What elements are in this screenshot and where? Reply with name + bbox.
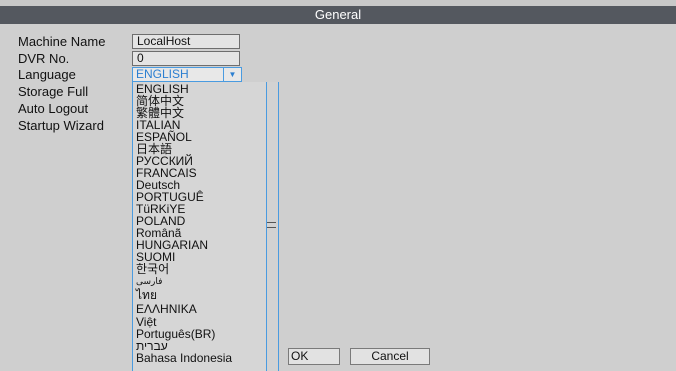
language-label: Language bbox=[18, 67, 76, 82]
language-select[interactable]: ENGLISH ▼ bbox=[132, 67, 242, 82]
auto-logout-label: Auto Logout bbox=[18, 101, 89, 116]
storage-full-label: Storage Full bbox=[18, 84, 89, 99]
language-option[interactable]: Bahasa Indonesia bbox=[136, 352, 232, 364]
window-title: General bbox=[0, 6, 676, 24]
startup-wizard-label: Startup Wizard bbox=[18, 118, 104, 133]
language-option[interactable]: 한국어 bbox=[136, 263, 169, 275]
dvr-no-label: DVR No. bbox=[18, 51, 70, 66]
cancel-button[interactable]: Cancel bbox=[350, 348, 430, 365]
language-option[interactable]: فارسی bbox=[136, 276, 162, 287]
language-selected-value: ENGLISH bbox=[136, 67, 189, 81]
dvr-no-field[interactable]: 0 bbox=[132, 51, 240, 66]
ok-button[interactable]: OK bbox=[288, 348, 340, 365]
machine-name-label: Machine Name bbox=[18, 34, 106, 49]
dropdown-scrollbar[interactable] bbox=[266, 82, 279, 371]
chevron-down-icon[interactable]: ▼ bbox=[223, 68, 241, 81]
language-option[interactable]: ไทย bbox=[136, 289, 157, 301]
language-dropdown-list[interactable]: ENGLISH 简体中文 繁體中文 ITALIAN ESPAÑOL 日本語 РУ… bbox=[132, 82, 279, 371]
settings-panel bbox=[0, 24, 676, 371]
language-option[interactable]: ΕΛΛΗΝΙΚΑ bbox=[136, 303, 197, 315]
scrollbar-grip-icon[interactable] bbox=[267, 222, 276, 228]
machine-name-field[interactable]: LocalHost bbox=[132, 34, 240, 49]
